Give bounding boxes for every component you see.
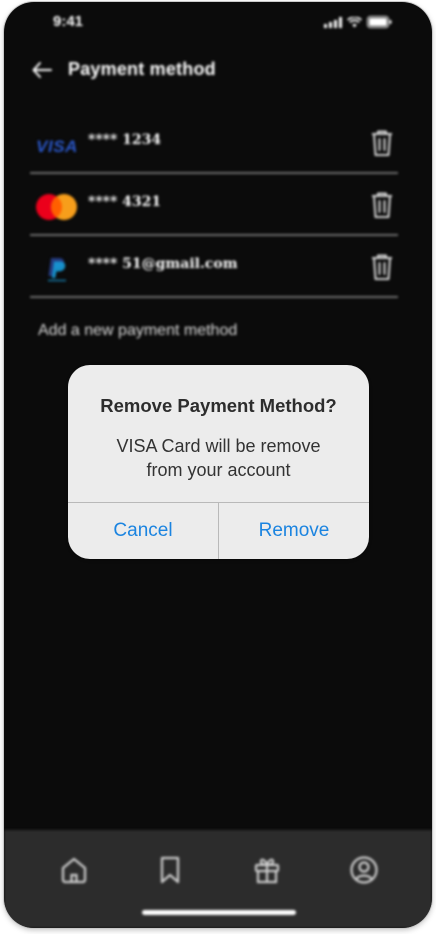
status-icons xyxy=(324,16,392,28)
payment-item-paypal[interactable]: **** 51@gmail.com xyxy=(30,236,398,298)
remove-button[interactable]: Remove xyxy=(219,503,369,559)
mastercard-logo-icon xyxy=(36,194,77,220)
dialog-message: VISA Card will be remove from your accou… xyxy=(116,436,321,480)
trash-icon[interactable] xyxy=(368,252,396,282)
trash-icon[interactable] xyxy=(368,128,396,158)
home-icon[interactable] xyxy=(58,854,90,886)
payment-item-mastercard[interactable]: **** 4321 xyxy=(30,174,398,236)
visa-logo: VISA xyxy=(34,130,80,160)
dialog-actions: Cancel Remove xyxy=(68,502,369,559)
phone-screen: 9:41 Payment method VISA **** 1234 **** … xyxy=(4,2,432,928)
battery-icon xyxy=(367,16,392,28)
paypal-logo-icon xyxy=(48,258,66,282)
gift-icon[interactable] xyxy=(251,854,283,886)
signal-icon xyxy=(324,16,342,28)
payment-method-list: VISA **** 1234 **** 4321 **** 51@gmail.c… xyxy=(30,112,398,298)
visa-logo-text: VISA xyxy=(36,137,78,156)
payment-label: **** 1234 xyxy=(88,132,162,148)
cancel-button[interactable]: Cancel xyxy=(68,503,219,559)
bookmark-icon[interactable] xyxy=(154,854,186,886)
profile-icon[interactable] xyxy=(348,854,380,886)
remove-payment-dialog: Remove Payment Method? VISA Card will be… xyxy=(68,365,369,559)
status-time: 9:41 xyxy=(53,13,84,30)
dialog-title: Remove Payment Method? xyxy=(100,395,337,416)
wifi-icon xyxy=(347,16,362,27)
header: Payment method xyxy=(4,56,432,86)
payment-label: **** 4321 xyxy=(88,194,162,210)
bottom-tab-bar xyxy=(4,830,432,928)
home-indicator xyxy=(142,910,296,915)
page-title: Payment method xyxy=(68,59,216,79)
paypal-logo xyxy=(34,254,80,284)
mastercard-logo xyxy=(34,192,80,222)
back-arrow-icon[interactable] xyxy=(31,60,53,80)
payment-item-visa[interactable]: VISA **** 1234 xyxy=(30,112,398,174)
payment-label: **** 51@gmail.com xyxy=(88,256,238,272)
add-payment-method-link[interactable]: Add a new payment method xyxy=(38,322,237,340)
status-bar: 9:41 xyxy=(4,10,432,36)
trash-icon[interactable] xyxy=(368,190,396,220)
